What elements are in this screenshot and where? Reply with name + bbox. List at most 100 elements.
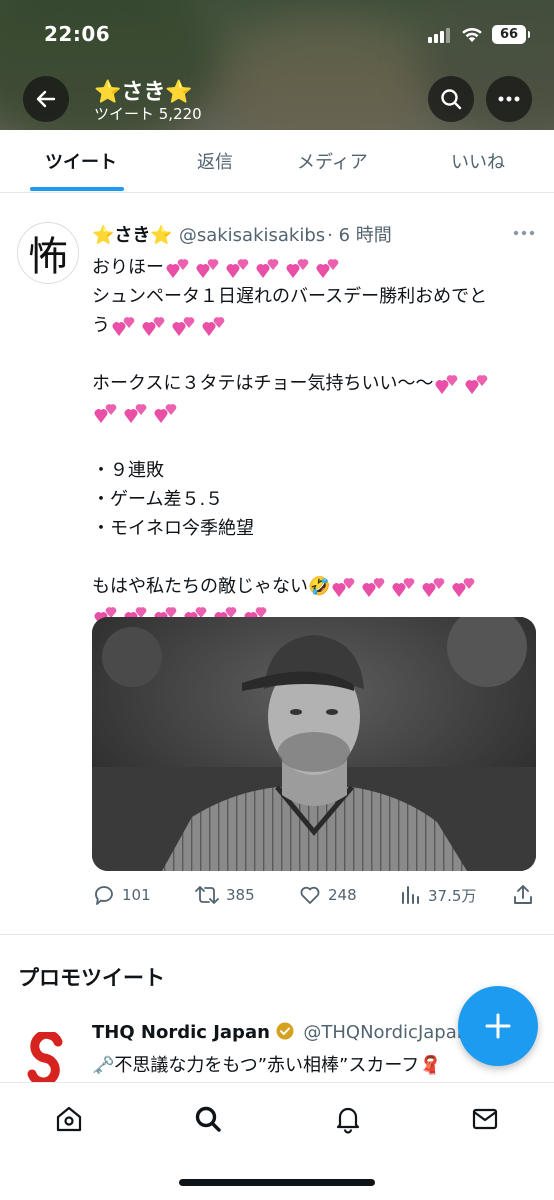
tab-likes[interactable]: いいね [451, 148, 505, 174]
two-hearts-emoji-icon [332, 578, 355, 597]
two-hearts-emoji-icon [124, 404, 147, 423]
plus-icon [485, 1013, 511, 1039]
nav-messages[interactable] [467, 1101, 503, 1137]
promo-handle: @THQNordicJapan [303, 1022, 469, 1043]
tweet-display-name[interactable]: ⭐️さき⭐️ [92, 225, 173, 246]
views-count: 37.5万 [428, 886, 477, 905]
nav-notifications[interactable] [330, 1101, 366, 1137]
two-hearts-emoji-icon [94, 404, 117, 423]
tweet-text: おりほーシュンペータ１日遅れのバースデー勝利おめでとうホークスに３タテはチョー気… [92, 253, 542, 630]
tweet-line-text: う [92, 315, 110, 336]
tweet-line [92, 543, 542, 572]
promo-header: THQ Nordic Japan @THQNordicJapan [92, 1022, 482, 1043]
retweet-count: 385 [226, 886, 255, 904]
two-hearts-emoji-icon [154, 404, 177, 423]
home-icon [56, 1106, 82, 1132]
back-button[interactable] [23, 76, 69, 122]
share-button[interactable] [512, 883, 534, 907]
tweet-line: ・９連敗 [92, 456, 542, 485]
two-hearts-emoji-icon [436, 375, 458, 394]
promo-text: 🗝️不思議な力をもつ”赤い相棒”スカーフ🧣 [92, 1055, 442, 1076]
two-hearts-emoji-icon [362, 578, 385, 597]
views-button[interactable]: 37.5万 [400, 883, 476, 907]
like-count: 248 [328, 886, 357, 904]
tweet-line: おりほー [92, 253, 542, 282]
tweet-line: ・モイネロ今季絶望 [92, 514, 542, 543]
two-hearts-emoji-icon [196, 259, 219, 278]
reply-icon [95, 886, 113, 905]
tweet-line-text: ・モイネロ今季絶望 [92, 518, 254, 539]
two-hearts-emoji-icon [172, 317, 195, 336]
mail-icon [472, 1108, 498, 1130]
more-options-button[interactable] [486, 76, 532, 122]
tweet-line-text: ホークスに３タテはチョー気持ちいい〜〜 [92, 373, 434, 394]
two-hearts-emoji-icon [112, 317, 135, 336]
section-divider [0, 934, 554, 935]
reply-count: 101 [122, 886, 151, 904]
arrow-left-icon [36, 90, 56, 108]
reply-button[interactable]: 101 [92, 883, 151, 907]
bell-icon [336, 1107, 360, 1134]
tweet-header: ⭐️さき⭐️ @sakisakisakibs · 6 時間 [92, 221, 392, 247]
tweet-photo[interactable] [92, 617, 536, 871]
more-dots-icon [498, 96, 520, 102]
promoted-section-title: プロモツイート [18, 966, 165, 990]
two-hearts-emoji-icon [286, 259, 309, 278]
retweet-icon [195, 886, 219, 904]
tab-replies[interactable]: 返信 [197, 148, 233, 174]
tweet-line [92, 398, 542, 427]
tweet-line-text: おりほー [92, 257, 164, 278]
two-hearts-emoji-icon [452, 578, 475, 597]
profile-tabs: ツイート 返信 メディア いいね [0, 130, 554, 193]
tweet-line: ・ゲーム差５.５ [92, 485, 542, 514]
two-hearts-emoji-icon [422, 578, 445, 597]
search-icon [195, 1106, 221, 1132]
tweet-more-icon[interactable] [512, 229, 536, 237]
tweet-line: もはや私たちの敵じゃない🤣 [92, 572, 542, 601]
tweet-actions: 101 385 248 37.5万 [92, 883, 542, 911]
two-hearts-emoji-icon [226, 259, 249, 278]
home-indicator [179, 1179, 375, 1186]
tweet-line [92, 427, 542, 456]
views-bar-chart-icon [402, 886, 419, 904]
two-hearts-emoji-icon [256, 259, 279, 278]
two-hearts-emoji-icon [392, 578, 415, 597]
wifi-icon [460, 24, 484, 44]
avatar[interactable]: 怖 [17, 222, 79, 284]
tweet-handle: @sakisakisakibs [178, 225, 326, 246]
search-icon [441, 89, 462, 110]
verified-badge-icon [276, 1022, 294, 1040]
two-hearts-emoji-icon [202, 317, 225, 336]
like-button[interactable]: 248 [298, 883, 357, 907]
promo-display-name[interactable]: THQ Nordic Japan [92, 1022, 270, 1043]
tweet-count: ツイート 5,220 [94, 105, 202, 123]
thq-nordic-logo[interactable] [22, 1032, 74, 1084]
tweet-line: シュンペータ１日遅れのバースデー勝利おめでと [92, 282, 542, 311]
share-icon [514, 885, 532, 904]
baseball-player-photo [92, 617, 536, 871]
status-time: 22:06 [44, 22, 111, 46]
two-hearts-emoji-icon [466, 375, 488, 394]
retweet-button[interactable]: 385 [194, 883, 255, 907]
tab-tweets[interactable]: ツイート [45, 148, 117, 174]
active-tab-indicator [30, 187, 124, 191]
tweet-line-text: シュンペータ１日遅れのバースデー勝利おめでと [92, 286, 488, 307]
search-button[interactable] [428, 76, 474, 122]
tweet-line [92, 340, 542, 369]
heart-outline-icon [300, 886, 320, 904]
tweet-line: う [92, 311, 542, 340]
nav-home[interactable] [51, 1101, 87, 1137]
two-hearts-emoji-icon [316, 259, 339, 278]
tweet-line-text: ・９連敗 [92, 460, 164, 481]
tab-media[interactable]: メディア [297, 148, 368, 174]
profile-name: ⭐️さき⭐️ [94, 80, 193, 105]
two-hearts-emoji-icon [166, 259, 189, 278]
cellular-signal-icon [428, 27, 454, 43]
compose-tweet-button[interactable] [458, 986, 538, 1066]
tweet-line: ホークスに３タテはチョー気持ちいい〜〜 [92, 369, 542, 398]
nav-search[interactable] [190, 1101, 226, 1137]
two-hearts-emoji-icon [142, 317, 165, 336]
tweet-line-text: ・ゲーム差５.５ [92, 489, 224, 510]
battery-icon: 66 [492, 25, 530, 44]
tweet-line-text: もはや私たちの敵じゃない🤣 [92, 576, 331, 597]
